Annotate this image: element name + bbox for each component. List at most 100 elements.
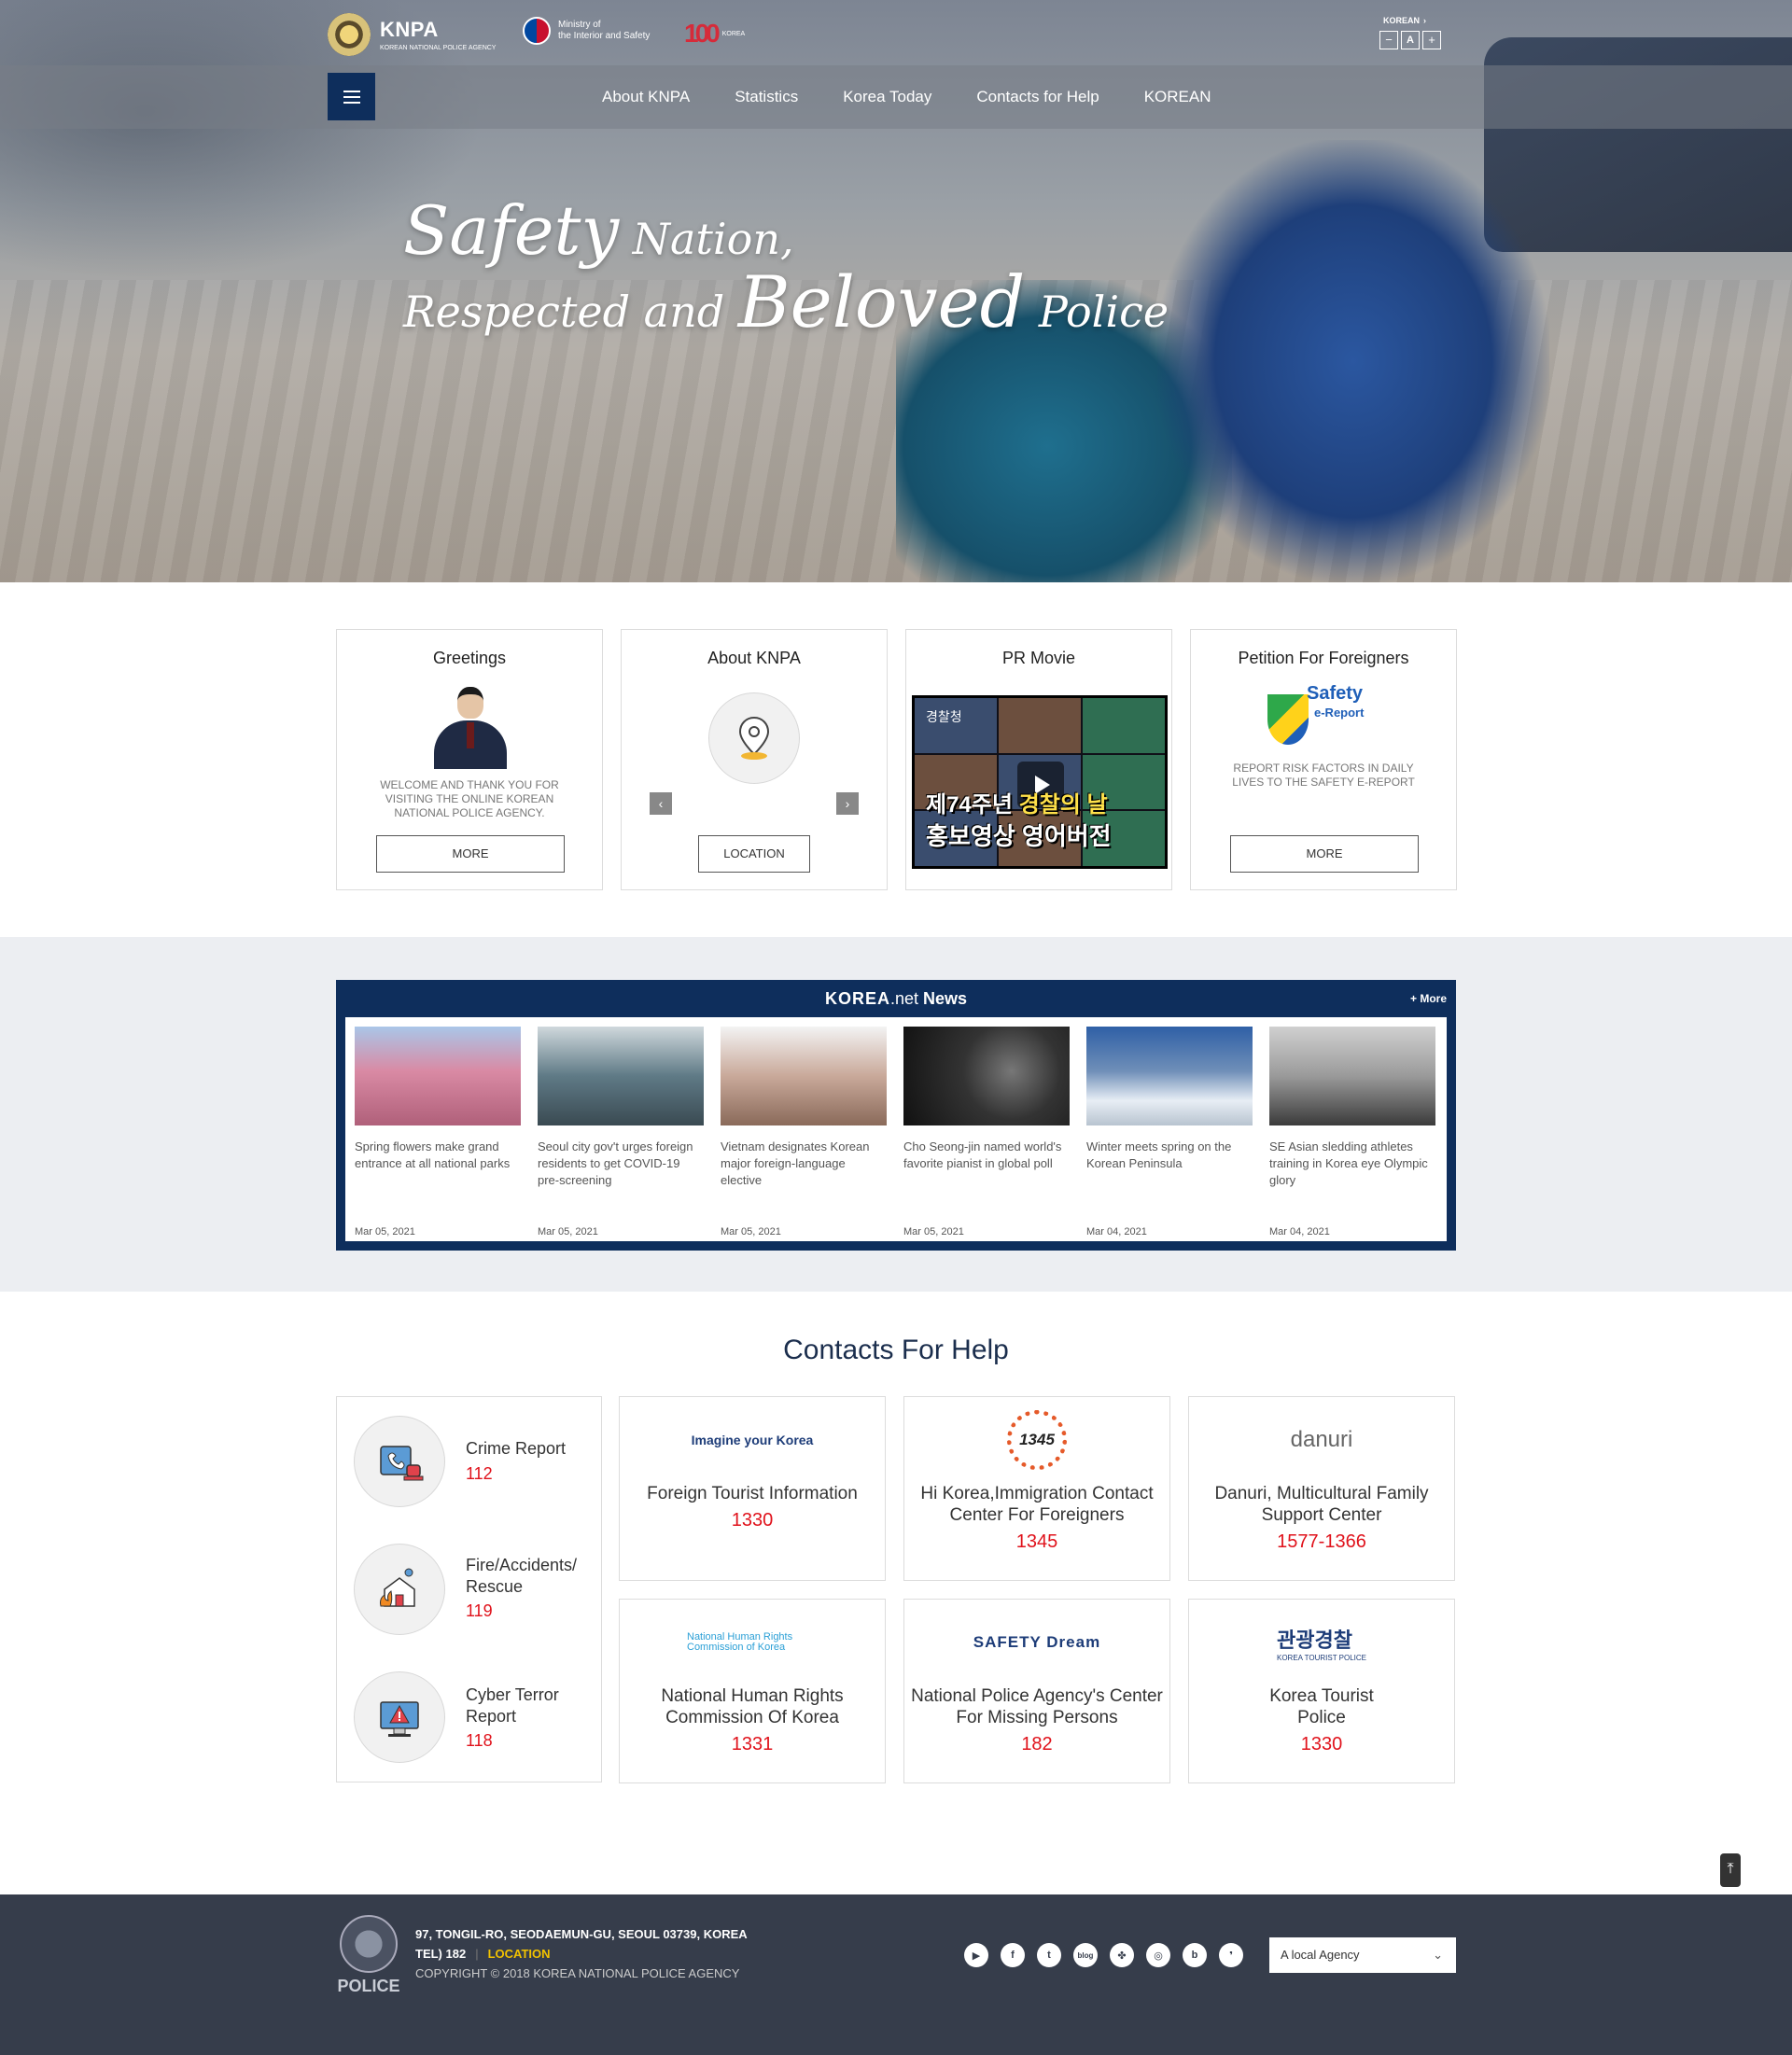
- help-human-rights[interactable]: National Human Rights Commission of Kore…: [619, 1599, 886, 1783]
- naver-post-icon[interactable]: ❜: [1219, 1943, 1243, 1967]
- facebook-icon[interactable]: f: [1001, 1943, 1025, 1967]
- instagram-icon[interactable]: ◎: [1146, 1943, 1170, 1967]
- human-rights-commission-logo: National Human Rights Commission of Kore…: [687, 1631, 793, 1653]
- ministry-line1: Ministry of: [558, 20, 601, 30]
- scroll-top-button[interactable]: ⤒: [1720, 1853, 1741, 1887]
- news-date: Mar 05, 2021: [355, 1226, 415, 1237]
- help-phone: 1330: [731, 1510, 774, 1531]
- phone-alarm-icon: [354, 1416, 445, 1507]
- safety-dream-logo: SAFETY Dream: [973, 1633, 1101, 1651]
- help-missing-persons[interactable]: SAFETY Dream National Police Agency's Ce…: [903, 1599, 1170, 1783]
- news-item[interactable]: Spring flowers make grand entrance at al…: [355, 1027, 521, 1237]
- help-foreign-tourist[interactable]: Imagine your Korea Foreign Tourist Infor…: [619, 1396, 886, 1581]
- news-item[interactable]: Seoul city gov't urges foreign residents…: [538, 1027, 704, 1237]
- news-item[interactable]: SE Asian sledding athletes training in K…: [1269, 1027, 1435, 1237]
- next-arrow-button[interactable]: ›: [836, 792, 859, 815]
- nav-statistics[interactable]: Statistics: [735, 88, 798, 106]
- news-caption: Spring flowers make grand entrance at al…: [355, 1139, 511, 1170]
- band-icon[interactable]: b: [1183, 1943, 1207, 1967]
- police-seal-icon: [340, 1915, 398, 1973]
- menu-button[interactable]: [328, 73, 375, 120]
- help-phone: 1330: [1300, 1734, 1343, 1754]
- font-decrease-button[interactable]: −: [1379, 31, 1398, 49]
- ministry-logo[interactable]: Ministry of the Interior and Safety: [523, 17, 650, 45]
- emergency-label: Cyber Terror Report: [466, 1685, 559, 1726]
- footer-location-link[interactable]: LOCATION: [488, 1947, 551, 1961]
- anniversary-sub: KOREA: [721, 30, 746, 37]
- help-phone: 1345: [1015, 1531, 1058, 1552]
- news-caption: Vietnam designates Korean major foreign-…: [721, 1139, 870, 1187]
- emergency-number: 118: [466, 1731, 493, 1750]
- language-select[interactable]: KOREAN ›: [1379, 15, 1444, 26]
- police-emblem-icon: [328, 13, 371, 56]
- slogan-nation: Nation,: [619, 214, 794, 264]
- house-fire-icon: [354, 1544, 445, 1635]
- greetings-more-button[interactable]: MORE: [376, 835, 565, 873]
- prev-arrow-button[interactable]: ‹: [650, 792, 672, 815]
- card-title: Petition For Foreigners: [1238, 649, 1409, 667]
- news-date: Mar 04, 2021: [1086, 1226, 1147, 1237]
- location-button[interactable]: LOCATION: [698, 835, 810, 873]
- emergency-number: 112: [466, 1464, 493, 1483]
- nav-korea-today[interactable]: Korea Today: [843, 88, 931, 106]
- chevron-down-icon: ⌄: [1433, 1948, 1443, 1962]
- footer: POLICE 97, TONGIL-RO, SEODAEMUN-GU, SEOU…: [0, 1894, 1792, 2055]
- nav-about-knpa[interactable]: About KNPA: [602, 88, 690, 106]
- tourist-police-logo: 관광경찰 KOREA TOURIST POLICE: [1276, 1628, 1367, 1662]
- help-immigration-center[interactable]: 1345 Hi Korea,Immigration Contact Center…: [903, 1396, 1170, 1581]
- anniversary-logo[interactable]: 100 KOREA: [684, 19, 745, 49]
- slogan-safety: Safety: [403, 191, 620, 270]
- footer-copyright: COPYRIGHT © 2018 KOREA NATIONAL POLICE A…: [415, 1966, 740, 1980]
- card-greetings: Greetings Welcome and thank you for visi…: [336, 629, 603, 890]
- video-logo: 경찰청: [926, 709, 962, 724]
- news-date: Mar 04, 2021: [1269, 1226, 1330, 1237]
- danuri-logo: danuri: [1290, 1427, 1353, 1452]
- petition-more-button[interactable]: MORE: [1230, 835, 1419, 873]
- emergency-fire-rescue[interactable]: Fire/Accidents/ Rescue 119: [354, 1544, 587, 1637]
- font-reset-button[interactable]: A: [1401, 31, 1420, 49]
- social-links: ▶ f t blog ✤ ◎ b ❜: [964, 1943, 1255, 1967]
- card-title: About KNPA: [707, 649, 801, 667]
- help-tourist-police[interactable]: 관광경찰 KOREA TOURIST POLICE Korea Tourist …: [1188, 1599, 1455, 1783]
- twitter-icon[interactable]: t: [1037, 1943, 1061, 1967]
- help-phone: 1577-1366: [1277, 1531, 1366, 1552]
- monitor-alert-icon: [354, 1671, 445, 1763]
- video-title-line2: 홍보영상 영어버전: [926, 822, 1112, 850]
- news-item[interactable]: Winter meets spring on the Korean Penins…: [1086, 1027, 1253, 1237]
- news-date: Mar 05, 2021: [721, 1226, 781, 1237]
- emergency-numbers: Crime Report 112 Fire/Accidents/ Rescue …: [336, 1396, 602, 1782]
- footer-info: 97, TONGIL-RO, SEODAEMUN-GU, SEOUL 03739…: [415, 1924, 748, 1983]
- slogan-beloved: Beloved: [737, 260, 1026, 343]
- blog-icon[interactable]: blog: [1073, 1943, 1098, 1967]
- card-pr-movie: PR Movie 경찰청 제74주년 경찰의 날 홍보영상 영어버전: [905, 629, 1172, 890]
- news-more-link[interactable]: + More: [1410, 980, 1447, 1017]
- font-increase-button[interactable]: +: [1422, 31, 1441, 49]
- nav-contacts-for-help[interactable]: Contacts for Help: [976, 88, 1099, 106]
- hero-boy-figure: [1157, 140, 1549, 582]
- card-petition: Petition For Foreigners Safety e-Report …: [1190, 629, 1457, 890]
- news-thumbnail: [1269, 1027, 1435, 1125]
- youtube-icon[interactable]: ▶: [964, 1943, 988, 1967]
- footer-logo: POLICE: [336, 1915, 401, 1996]
- knpa-logo[interactable]: KNPA KOREAN NATIONAL POLICE AGENCY: [328, 13, 496, 56]
- footer-address: 97, TONGIL-RO, SEODAEMUN-GU, SEOUL 03739…: [415, 1927, 748, 1941]
- emergency-cyber-terror[interactable]: Cyber Terror Report 118: [354, 1671, 587, 1765]
- local-agency-select[interactable]: A local Agency ⌄: [1269, 1937, 1456, 1973]
- help-danuri[interactable]: danuri Danuri, Multicultural Family Supp…: [1188, 1396, 1455, 1581]
- help-name: National Police Agency's Center For Miss…: [911, 1686, 1163, 1727]
- pr-video-thumbnail[interactable]: 경찰청 제74주년 경찰의 날 홍보영상 영어버전: [912, 695, 1168, 869]
- card-title: PR Movie: [1001, 649, 1076, 667]
- news-caption: Seoul city gov't urges foreign residents…: [538, 1139, 693, 1187]
- quick-cards: Greetings Welcome and thank you for visi…: [336, 629, 1457, 890]
- slogan-respected: Respected and: [403, 287, 738, 337]
- news-item[interactable]: Cho Seong-jin named world's favorite pia…: [903, 1027, 1070, 1237]
- emergency-crime-report[interactable]: Crime Report 112: [354, 1416, 587, 1509]
- emergency-label: Fire/Accidents/ Rescue: [466, 1556, 578, 1596]
- help-name: Danuri, Multicultural Family Support Cen…: [1214, 1484, 1429, 1525]
- news-item[interactable]: Vietnam designates Korean major foreign-…: [721, 1027, 887, 1237]
- news-caption: Cho Seong-jin named world's favorite pia…: [903, 1139, 1062, 1170]
- footer-logo-text: POLICE: [337, 1977, 400, 1995]
- kakao-story-icon[interactable]: ✤: [1110, 1943, 1134, 1967]
- nav-korean[interactable]: KOREAN: [1144, 88, 1211, 106]
- help-name: Hi Korea,Immigration Contact Center For …: [920, 1484, 1154, 1525]
